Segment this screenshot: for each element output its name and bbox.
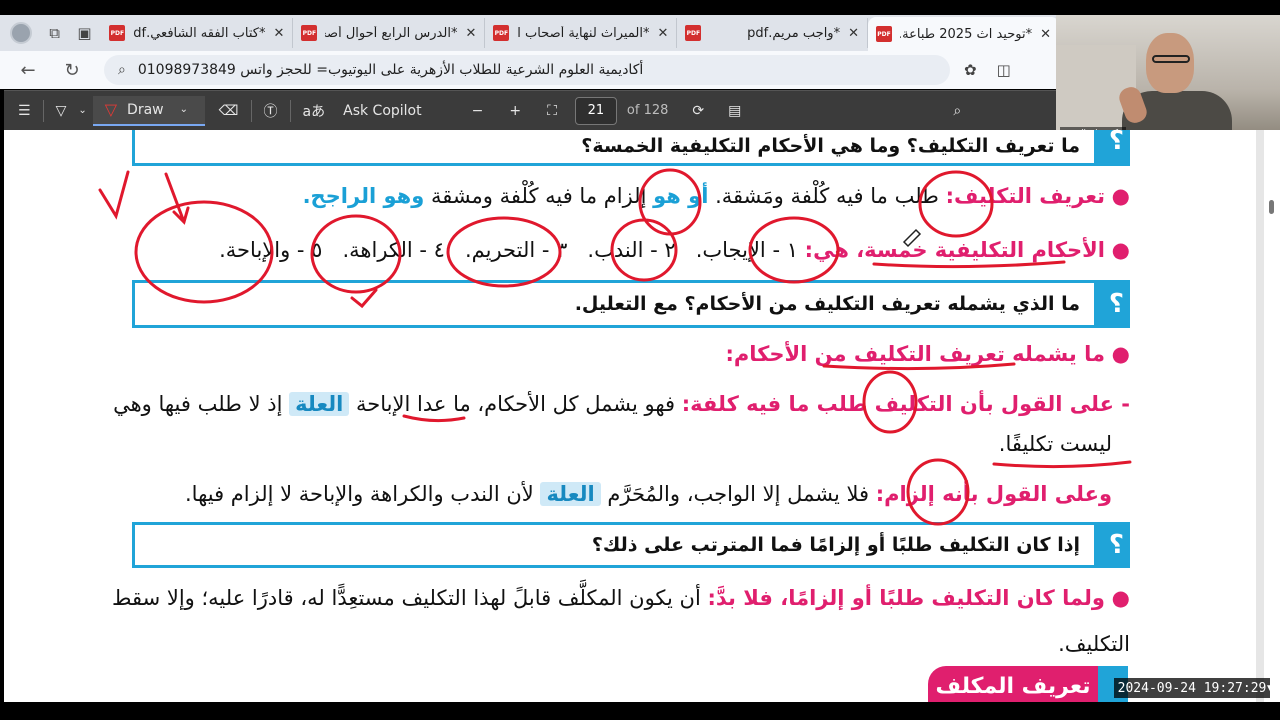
consequence-line-2: التكليف. (1058, 632, 1130, 656)
bullet-icon: ● (1105, 238, 1130, 262)
scrollbar-thumb[interactable] (1269, 200, 1274, 214)
page-view-icon[interactable]: ▤ (722, 96, 747, 126)
question-2: ما الذي يشمله تعريف التكليف من الأحكام؟ … (574, 293, 1080, 315)
ask-copilot-button[interactable]: Ask Copilot (337, 96, 428, 126)
pen-icon: ▽ (104, 100, 118, 119)
tab-wajib-mariam[interactable]: PDF *واجب مريم.pdf ✕ (677, 18, 868, 48)
scope-heading: ● ما يشمله تعريف التكليف من الأحكام: (725, 342, 1130, 366)
ink-underline-ahkam (872, 260, 1066, 269)
presenter-glasses (1152, 55, 1190, 63)
question-bar-3: ؟ إذا كان التكليف طلبًا أو إلزامًا فما ا… (132, 522, 1130, 568)
split-screen-icon[interactable]: ◫ (997, 61, 1011, 79)
page-edge (1256, 130, 1264, 702)
close-icon[interactable]: ✕ (657, 26, 668, 41)
zoom-out-icon[interactable]: − (466, 96, 490, 126)
consequence-line: ● ولما كان التكليف طلبًا أو إلزامًا، فلا… (112, 586, 1130, 610)
text-box-icon[interactable]: Ⓣ (258, 96, 284, 126)
divider (289, 99, 291, 122)
extensions-icon[interactable]: ✿ (964, 61, 977, 79)
caret-icon: ▼ (1267, 684, 1274, 694)
ink-underline-laysat (992, 460, 1132, 469)
divider (250, 99, 252, 122)
close-icon[interactable]: ✕ (848, 26, 859, 41)
chevron-down-icon: ⌄ (179, 104, 189, 115)
pdf-page[interactable]: ؟ ما تعريف التكليف؟ وما هي الأحكام التكل… (4, 130, 1280, 702)
ink-check-1 (98, 170, 130, 220)
question-1: ما تعريف التكليف؟ وما هي الأحكام التكليف… (581, 135, 1080, 158)
close-icon[interactable]: ✕ (273, 26, 284, 41)
ink-annotations (98, 168, 1132, 526)
reason-tag: العلة (540, 482, 601, 506)
rotate-icon[interactable]: ⟳ (686, 96, 710, 126)
tab-kitab-fiqh[interactable]: PDF *كتاب الفقه الشافعي.pdf ✕ (101, 18, 294, 48)
url-field[interactable]: ⌕ أكاديمية العلوم الشرعية للطلاب الأزهري… (104, 55, 950, 85)
search-icon[interactable]: ⌕ (947, 96, 967, 126)
webcam-overlay: دكتور وليد العربي (1056, 15, 1280, 140)
question-bar-1: ؟ ما تعريف التكليف؟ وما هي الأحكام التكل… (132, 130, 1130, 166)
tab-actions-icon[interactable]: ▣ (72, 20, 98, 46)
tab-strip: ⧉ ▣ PDF *كتاب الفقه الشافعي.pdf ✕ PDF *ا… (0, 15, 1060, 51)
question-3: إذا كان التكليف طلبًا أو إلزامًا فما الم… (591, 534, 1080, 556)
scope-line-1: - على القول بأن التكليف طلب ما فيه كلفة:… (113, 392, 1130, 416)
tab-tawheed[interactable]: PDF *توحيد اث 2025 طباعة.pdf ✕ (868, 17, 1060, 51)
page-number-input[interactable]: 21 (574, 96, 617, 125)
highlight-icon[interactable]: ▽ (50, 96, 73, 126)
chevron-down-icon[interactable]: ⌄ (72, 96, 92, 126)
bullet-icon: ● (1105, 342, 1130, 366)
tab-dars-rabie[interactable]: PDF *الدرس الرابع أحوال أصحاب ✕ (293, 18, 486, 48)
pdf-icon: PDF (685, 25, 702, 41)
close-icon[interactable]: ✕ (465, 26, 476, 41)
page-total: of 128 (626, 103, 669, 118)
back-button[interactable]: ← (10, 55, 46, 85)
divider (42, 99, 44, 122)
scope-line-2: ليست تكليفًا. (998, 432, 1112, 456)
timestamp: 2024-09-24 19:27:29 (1114, 678, 1270, 698)
close-icon[interactable]: ✕ (1040, 27, 1051, 42)
pdf-toolbar: ☰ ▽ ⌄ ▽ Draw ⌄ ⌫ Ⓣ aあ Ask Copilot − + ⛶ … (4, 90, 1060, 130)
search-icon: ⌕ (118, 62, 126, 78)
question-icon: ؟ (1108, 130, 1124, 156)
eraser-icon[interactable]: ⌫ (213, 96, 245, 126)
zoom-in-icon[interactable]: + (503, 96, 527, 126)
question-icon: ؟ (1108, 289, 1124, 319)
pdf-icon: PDF (876, 26, 892, 42)
ink-underline-ibaha (402, 414, 466, 423)
fit-page-icon[interactable]: ⛶ (541, 96, 563, 126)
reason-tag: العلة (289, 392, 350, 416)
avatar (9, 22, 32, 44)
tab-mirath[interactable]: PDF *الميراث لنهاية أصحاب الفروض ✕ (485, 18, 678, 48)
contents-icon[interactable]: ☰ (12, 96, 37, 126)
bullet-icon: ● (1105, 586, 1130, 610)
address-bar: ← ↻ ⌕ أكاديمية العلوم الشرعية للطلاب الأ… (0, 51, 1060, 89)
section-banner: تعريف المكلف (928, 666, 1098, 702)
presenter-face (1146, 33, 1194, 93)
pdf-icon: PDF (301, 25, 318, 41)
workspaces-icon[interactable]: ⧉ (42, 20, 68, 46)
bullet-icon: ● (1105, 184, 1130, 208)
ink-arrow-1 (164, 172, 190, 225)
refresh-button[interactable]: ↻ (54, 55, 90, 85)
question-icon: ؟ (1108, 530, 1124, 560)
question-bar-2: ؟ ما الذي يشمله تعريف التكليف من الأحكام… (132, 280, 1130, 328)
rulings-line: ● الأحكام التكليفية خمسة، هي: ١ - الإيجا… (219, 238, 1130, 262)
draw-button[interactable]: ▽ Draw ⌄ (92, 95, 205, 126)
pdf-icon: PDF (109, 25, 126, 41)
read-aloud-icon[interactable]: aあ (297, 96, 332, 126)
definition-line: ● تعريف التكليف: طلب ما فيه كُلْفة ومَشق… (302, 184, 1130, 208)
profile-button[interactable] (6, 18, 36, 48)
scope-line-3: وعلى القول بأنه إلزام: فلا يشمل إلا الوا… (185, 482, 1112, 506)
pdf-icon: PDF (493, 25, 510, 41)
